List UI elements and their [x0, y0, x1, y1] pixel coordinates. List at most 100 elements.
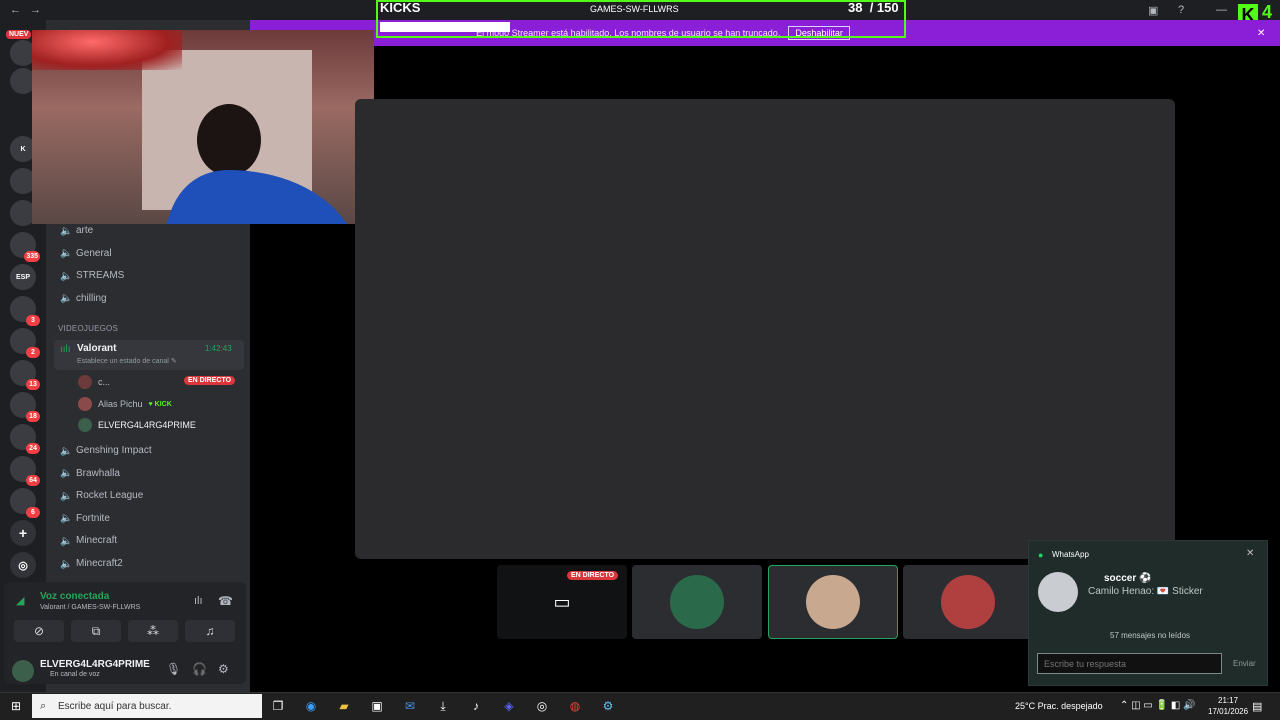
stream-stage[interactable]	[355, 99, 1175, 559]
discord-icon[interactable]: ◈	[501, 698, 517, 714]
speaker-icon: 🔈	[60, 513, 73, 525]
group-avatar-icon	[1038, 572, 1078, 612]
avatar	[78, 418, 92, 432]
kicks-title: KICKS	[380, 0, 421, 15]
microphone-icon[interactable]: 🎙	[166, 662, 181, 676]
activities-icon: ⁂	[147, 624, 159, 638]
channel-status-text: Establece un estado de canal	[77, 358, 169, 365]
soundboard-button[interactable]: ♫	[185, 620, 235, 642]
server-icon[interactable]: 18	[10, 392, 40, 422]
minimize-icon[interactable]: —	[1216, 4, 1227, 16]
kicks-server: GAMES-SW-FLLWRS	[590, 4, 679, 14]
member-row[interactable]: Alias Pichu ♥ KICK	[78, 397, 172, 411]
clock[interactable]: 21:17 17/01/2026	[1208, 695, 1248, 717]
channel-name: Minecraft2	[76, 558, 123, 569]
user-status: En canal de voz	[50, 671, 100, 678]
disconnect-icon[interactable]: ☎	[218, 594, 233, 608]
member-row[interactable]: ELVERG4L4RG4PRIME	[78, 418, 196, 432]
kicks-current: 38	[848, 0, 863, 15]
channel-valorant-time: 1:42:43	[205, 344, 232, 353]
member-name: Alias Pichu	[98, 399, 143, 409]
user-name[interactable]: ELVERG4L4RG4PRIME	[40, 659, 150, 670]
tiktok-icon[interactable]: ♪	[468, 698, 484, 714]
task-view-icon[interactable]: ❐	[270, 698, 286, 714]
back-arrow-icon[interactable]: ←	[10, 4, 21, 16]
weather[interactable]: 25°C Prac. despejado	[1015, 701, 1103, 711]
obs-icon[interactable]: ◎	[534, 698, 550, 714]
headphones-icon[interactable]: 🎧	[192, 662, 207, 676]
voice-channel[interactable]: 🔈 General	[60, 248, 112, 260]
category-videojuegos[interactable]: VIDEOJUEGOS	[58, 324, 118, 333]
speaker-icon: 🔈	[60, 468, 73, 480]
channel-valorant-name: Valorant	[77, 343, 117, 354]
edge-icon[interactable]: ◉	[303, 698, 319, 714]
server-icon[interactable]: 6	[10, 488, 40, 518]
activities-button[interactable]: ⁂	[128, 620, 178, 642]
user-avatar[interactable]	[12, 660, 34, 682]
webcam-light	[32, 30, 182, 70]
signal-icon[interactable]: ◢	[16, 594, 24, 607]
share-screen-button[interactable]: ⧉	[71, 620, 121, 642]
server-icon[interactable]: 24	[10, 424, 40, 454]
voice-channel[interactable]: 🔈 Brawhalla	[60, 467, 120, 480]
inbox-icon[interactable]: ▣	[1148, 4, 1158, 17]
voice-connected-sub[interactable]: Valorant / GAMES-SW-FLLWRS	[40, 604, 140, 611]
server-icon[interactable]: 64	[10, 456, 40, 486]
voice-tile-speaking[interactable]	[768, 565, 898, 639]
channel-status-prompt[interactable]: Establece un estado de canal ✎	[77, 357, 177, 365]
reply-input[interactable]	[1037, 653, 1222, 674]
voice-channel[interactable]: 🔈 arte	[60, 225, 93, 237]
channel-name: Minecraft	[76, 535, 118, 547]
camera-off-button[interactable]: ⊘	[14, 620, 64, 642]
voice-channel[interactable]: 🔈 STREAMS	[60, 270, 125, 282]
voice-channel[interactable]: 🔈 Minecraft2	[60, 558, 123, 570]
server-icon[interactable]: 3	[10, 296, 40, 326]
voice-channel[interactable]: 🔈 Minecraft	[60, 535, 118, 547]
start-icon[interactable]: ⊞	[8, 698, 24, 714]
help-icon[interactable]: ?	[1178, 4, 1184, 16]
voice-tile[interactable]	[632, 565, 762, 639]
avatar	[78, 375, 92, 389]
server-icon[interactable]: 2	[10, 328, 40, 358]
close-banner-icon[interactable]: ✕	[1257, 28, 1265, 39]
speaker-icon: 🔈	[60, 490, 73, 502]
voice-channel[interactable]: 🔈 Rocket League	[60, 490, 143, 502]
tray-icons[interactable]: ⌃ ◫ ▭ 🔋 ◧ 🔊	[1120, 700, 1196, 711]
kicks-progress-bar	[380, 22, 510, 32]
server-label: ESP	[15, 273, 30, 281]
screen-share-icon: ▭	[553, 591, 571, 612]
voice-channel[interactable]: 🔈 Fortnite	[60, 513, 110, 525]
explore-icon[interactable]: ◎	[10, 552, 36, 578]
member-row[interactable]: c...	[78, 375, 110, 389]
forward-arrow-icon[interactable]: →	[30, 4, 41, 16]
mail-icon[interactable]: ✉	[402, 698, 418, 714]
store-icon[interactable]: ▣	[369, 698, 385, 714]
mention-badge: 6	[26, 507, 40, 518]
voice-channel[interactable]: 🔈 Genshing Impact	[60, 445, 152, 457]
add-server-icon[interactable]: +	[10, 520, 36, 546]
noise-suppression-icon[interactable]: ılı	[194, 595, 203, 607]
live-badge: EN DIRECTO	[184, 376, 236, 385]
webcam-person	[167, 104, 347, 224]
share-screen-icon: ⧉	[91, 623, 101, 638]
speaker-icon: 🔈	[60, 558, 73, 570]
channel-name: STREAMS	[76, 270, 125, 282]
send-button[interactable]: Enviar	[1233, 659, 1256, 668]
server-label: K	[20, 145, 26, 153]
channel-name: Brawhalla	[76, 467, 120, 479]
chrome-icon[interactable]: ◍	[567, 698, 583, 714]
server-icon[interactable]: 335	[10, 232, 40, 262]
notifications-icon[interactable]: ▤	[1252, 700, 1262, 713]
clock-time: 21:17	[1218, 696, 1239, 705]
steam-icon[interactable]: ⚙	[600, 698, 616, 714]
folder-icon[interactable]: ▰	[336, 698, 352, 714]
server-icon[interactable]: 13	[10, 360, 40, 390]
member-name: ELVERG4L4RG4PRIME	[98, 420, 196, 430]
voice-channel[interactable]: 🔈 chilling	[60, 293, 107, 305]
settings-gear-icon[interactable]: ⚙	[218, 662, 229, 676]
taskbar-search[interactable]: Escribe aquí para buscar.	[32, 694, 262, 718]
server-icon[interactable]: ESP	[10, 264, 36, 290]
voice-tile[interactable]	[903, 565, 1033, 639]
download-icon[interactable]: ⤓	[435, 698, 451, 714]
toast-close-icon[interactable]: ✕	[1246, 548, 1254, 559]
